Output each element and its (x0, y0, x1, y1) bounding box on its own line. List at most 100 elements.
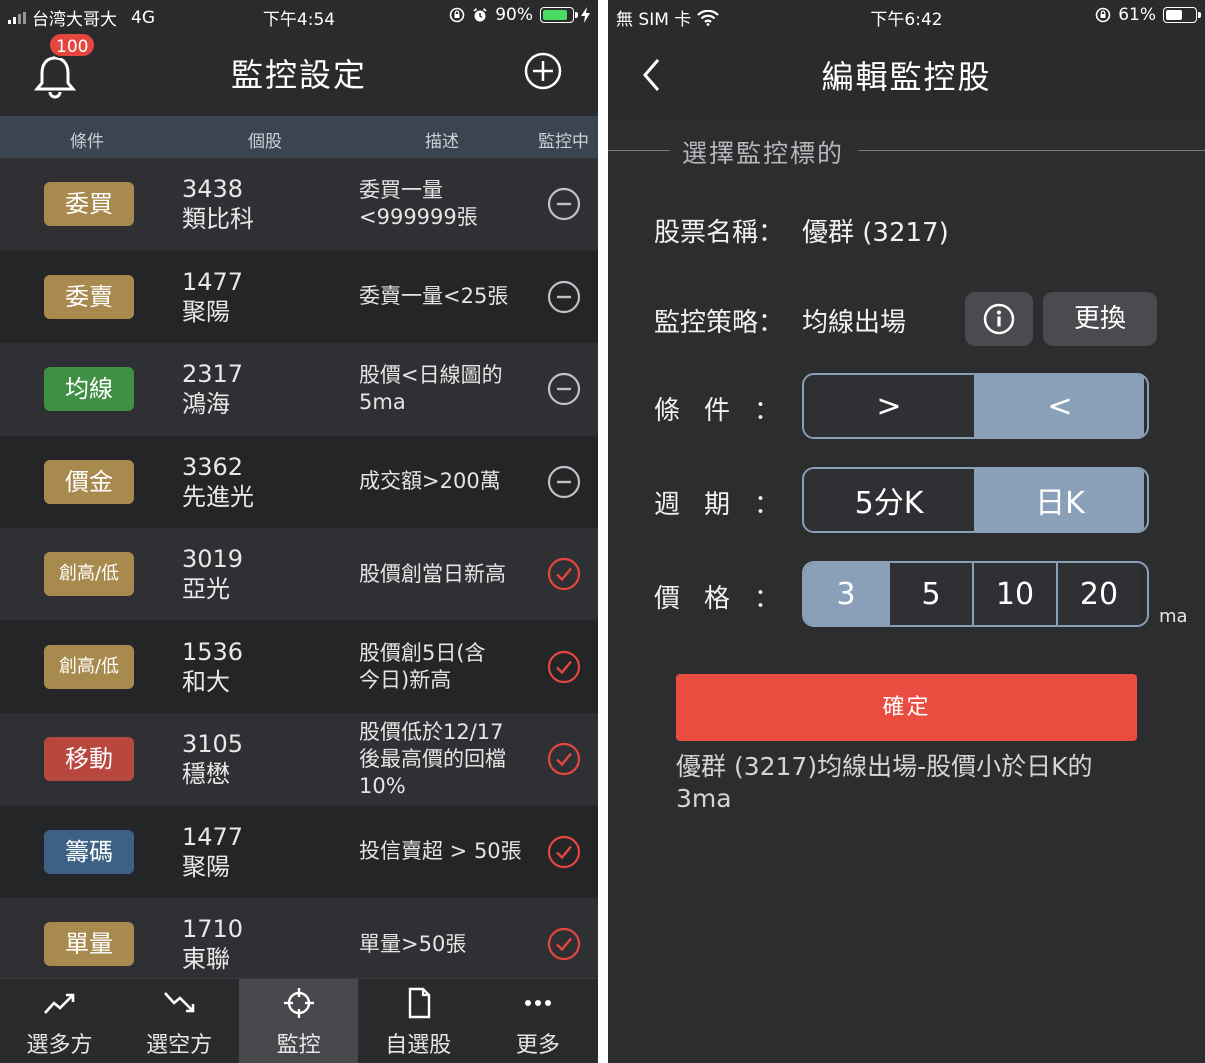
monitoring-off-toggle[interactable] (547, 187, 581, 221)
monitoring-on-toggle[interactable] (547, 835, 581, 869)
table-row[interactable]: 價金 3362 先進光 成交額>200萬 (0, 435, 598, 528)
table-row[interactable]: 籌碼 1477 聚陽 投信賣超 > 50張 (0, 805, 598, 898)
document-icon (408, 987, 430, 1019)
stock-name: 和大 (182, 667, 230, 696)
stock-code: 1536 (182, 637, 244, 666)
price-ma-option[interactable]: 3 (804, 563, 888, 625)
tab-trend-up[interactable]: 選多方 (0, 979, 119, 1063)
stock-cell: 1477 聚陽 (182, 267, 243, 327)
condition-label: 條件： (654, 396, 780, 426)
rotation-lock-icon (1095, 7, 1111, 23)
stock-name-value: 優群 (3217) (802, 218, 949, 248)
monitoring-off-toggle[interactable] (547, 372, 581, 406)
condition-description: 投信賣超 > 50張 (359, 839, 522, 863)
battery-icon (540, 7, 578, 23)
strategy-value: 均線出場 (802, 308, 907, 338)
more-icon (525, 1000, 552, 1006)
stock-name: 亞光 (182, 575, 230, 603)
condition-description: 股價創當日新高 (359, 561, 506, 586)
divider-line (858, 150, 1205, 151)
period-option[interactable]: 5分K (804, 469, 974, 531)
monitor-summary: 優群 (3217)均線出場-股價小於日K的3ma (676, 752, 1093, 813)
column-header-stock: 個股 (248, 132, 282, 152)
condition-option[interactable]: > (804, 375, 974, 437)
check-circle-icon (547, 835, 581, 868)
column-header-condition: 條件 (70, 132, 104, 152)
price-ma-option[interactable]: 20 (1056, 563, 1140, 625)
table-row[interactable]: 單量 1710 東聯 單量>50張 (0, 898, 598, 978)
period-option[interactable]: 日K (974, 469, 1144, 531)
monitoring-on-toggle[interactable] (547, 742, 581, 776)
stock-name: 類比科 (182, 205, 254, 233)
stock-code: 3019 (182, 545, 244, 573)
period-label: 週期： (654, 490, 780, 520)
table-row[interactable]: 移動 3105 穩懋 股價低於12/17 後最高價的回檔 10% (0, 713, 598, 805)
tab-more[interactable]: 更多 (478, 979, 597, 1063)
monitoring-on-toggle[interactable] (547, 650, 581, 684)
screenshot-divider (598, 0, 608, 1063)
table-row[interactable]: 委買 3438 類比科 委買一量 <999999張 (0, 158, 598, 250)
price-ma-selector: 3 5 10 20 (802, 561, 1149, 627)
stock-cell: 1710 東聯 (182, 914, 243, 974)
condition-tag: 創高/低 (44, 644, 134, 689)
tab-label: 更多 (515, 1033, 560, 1058)
monitor-list: 委買 3438 類比科 委買一量 <999999張 委賣 1477 聚陽 委賣一量<25張 均線… (0, 158, 598, 978)
table-row[interactable]: 創高/低 1536 和大 股價創5日(含 今日)新高 (0, 620, 598, 713)
stock-cell: 1536 和大 (182, 637, 243, 697)
price-label: 價格： (654, 584, 780, 614)
stock-cell: 1477 聚陽 (182, 822, 243, 882)
condition-description: 股價<日線圖的 5ma (359, 363, 503, 414)
stock-cell: 3019 亞光 (182, 544, 243, 604)
monitoring-on-toggle[interactable] (547, 927, 581, 961)
tab-document[interactable]: 自選股 (359, 979, 478, 1063)
section-header: 選擇監控標的 (608, 132, 1205, 172)
table-row[interactable]: 委賣 1477 聚陽 委賣一量<25張 (0, 250, 598, 343)
stock-cell: 3105 穩懋 (182, 729, 243, 789)
edit-monitor-stock-screen: 無 SIM 卡 下午6:42 61% 編輯監控股 選擇監控標的 股票名稱： 優群… (608, 0, 1205, 1063)
monitoring-off-toggle[interactable] (547, 465, 581, 499)
battery-percent: 90% (495, 5, 533, 25)
price-ma-option[interactable]: 5 (888, 563, 972, 625)
tab-trend-down[interactable]: 選空方 (120, 979, 239, 1063)
monitoring-off-toggle[interactable] (547, 280, 581, 314)
plus-circle-icon (524, 52, 562, 90)
page-title: 監控設定 (230, 56, 367, 94)
condition-tag: 單量 (44, 922, 134, 966)
condition-tag: 委賣 (44, 274, 134, 319)
status-bar: 無 SIM 卡 下午6:42 61% (608, 0, 1205, 30)
change-strategy-button[interactable]: 更換 (1043, 292, 1157, 346)
trend-down-icon (163, 992, 194, 1013)
column-header-description: 描述 (425, 132, 459, 152)
divider-line (608, 150, 670, 151)
condition-option[interactable]: < (974, 375, 1144, 437)
stock-name: 先進光 (182, 482, 254, 511)
stock-code: 3362 (182, 452, 244, 481)
stock-code: 2317 (182, 360, 244, 388)
add-monitor-button[interactable] (524, 52, 562, 90)
table-row[interactable]: 創高/低 3019 亞光 股價創當日新高 (0, 528, 598, 620)
confirm-button[interactable]: 確定 (676, 674, 1137, 741)
stock-code: 3438 (182, 175, 244, 203)
condition-description: 股價創5日(含 今日)新高 (359, 640, 486, 692)
tab-label: 選多方 (26, 1033, 93, 1058)
alarm-icon (473, 8, 487, 22)
page-title: 編輯監控股 (821, 58, 992, 96)
table-row[interactable]: 均線 2317 鴻海 股價<日線圖的 5ma (0, 343, 598, 435)
tab-label: 監控 (276, 1033, 321, 1058)
condition-tag: 移動 (44, 737, 134, 781)
top-navigation-bar: 100 監控設定 (0, 30, 598, 116)
strategy-info-button[interactable] (965, 292, 1033, 346)
stock-code: 1477 (182, 822, 244, 851)
condition-tag: 價金 (44, 459, 134, 504)
minus-circle-icon (547, 372, 581, 406)
minus-circle-icon (547, 280, 581, 313)
stock-cell: 3438 類比科 (182, 174, 254, 234)
tab-crosshair[interactable]: 監控 (239, 979, 359, 1063)
check-circle-icon (547, 557, 581, 591)
condition-tag: 均線 (44, 367, 134, 411)
section-title: 選擇監控標的 (682, 139, 845, 168)
price-ma-option[interactable]: 10 (972, 563, 1056, 625)
stock-code: 3105 (182, 730, 244, 758)
monitoring-on-toggle[interactable] (547, 557, 581, 591)
bottom-tab-bar: 選多方 選空方 監控 自選股 更多 (0, 978, 598, 1063)
